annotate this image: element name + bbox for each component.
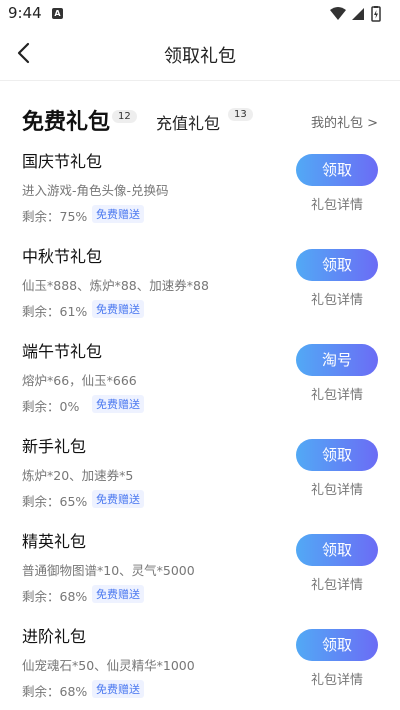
gift-item: 进阶礼包 仙宠魂石*50、仙灵精华*1000 剩余：68% 免费赠送 领取 礼包… — [0, 615, 400, 710]
gift-item: 新手礼包 炼炉*20、加速券*5 剩余：65% 免费赠送 领取 礼包详情 — [0, 425, 400, 520]
tab-recharge-gifts[interactable]: 充值礼包 13 — [156, 108, 253, 134]
gift-detail-link[interactable]: 礼包详情 — [296, 289, 378, 308]
gift-desc: 仙玉*888、炼炉*88、加速券*88 — [22, 278, 209, 293]
status-bar: 9:44 A — [0, 0, 400, 28]
gift-name: 进阶礼包 — [22, 627, 87, 646]
signal-battery-icons — [330, 6, 381, 22]
free-badge: 免费赠送 — [92, 585, 144, 603]
wifi-icon — [330, 7, 346, 20]
gift-name: 国庆节礼包 — [22, 152, 103, 171]
tab-recharge-count: 13 — [228, 108, 253, 121]
gift-name: 新手礼包 — [22, 437, 87, 456]
notification-icon: A — [52, 8, 63, 19]
tab-free-count: 12 — [112, 110, 137, 123]
gift-detail-link[interactable]: 礼包详情 — [296, 384, 378, 403]
cell-signal-icon — [352, 8, 364, 20]
free-badge: 免费赠送 — [92, 205, 144, 223]
status-icons — [328, 6, 388, 22]
gift-desc: 进入游戏-角色头像-兑换码 — [22, 183, 169, 198]
gift-item: 中秋节礼包 仙玉*888、炼炉*88、加速券*88 剩余：61% 免费赠送 领取… — [0, 235, 400, 330]
notification-letter: A — [54, 9, 61, 18]
gift-desc: 普通御物图谱*10、灵气*5000 — [22, 563, 195, 578]
gift-item: 端午节礼包 熔炉*66，仙玉*666 剩余：0% 免费赠送 淘号 礼包详情 — [0, 330, 400, 425]
gift-remaining: 剩余：0% — [22, 399, 80, 414]
gift-remaining: 剩余：61% — [22, 304, 88, 319]
gift-detail-link[interactable]: 礼包详情 — [296, 479, 378, 498]
tab-free-gifts[interactable]: 免费礼包 12 — [22, 104, 137, 136]
gift-item: 国庆节礼包 进入游戏-角色头像-兑换码 剩余：75% 免费赠送 领取 礼包详情 — [0, 140, 400, 235]
nav-bar: 领取礼包 — [0, 28, 400, 81]
tab-free-label: 免费礼包 — [22, 110, 111, 135]
free-badge: 免费赠送 — [92, 300, 144, 318]
claim-button[interactable]: 领取 — [296, 439, 378, 471]
gift-remaining: 剩余：65% — [22, 494, 88, 509]
gift-desc: 熔炉*66，仙玉*666 — [22, 373, 137, 388]
tao-hao-button[interactable]: 淘号 — [296, 344, 378, 376]
gift-name: 精英礼包 — [22, 532, 87, 551]
claim-button[interactable]: 领取 — [296, 629, 378, 661]
claim-button[interactable]: 领取 — [296, 154, 378, 186]
gift-desc: 仙宠魂石*50、仙灵精华*1000 — [22, 658, 195, 673]
gift-name: 端午节礼包 — [22, 342, 103, 361]
gift-detail-link[interactable]: 礼包详情 — [296, 194, 378, 213]
gift-desc: 炼炉*20、加速券*5 — [22, 468, 134, 483]
gift-name: 中秋节礼包 — [22, 247, 103, 266]
claim-button[interactable]: 领取 — [296, 534, 378, 566]
gift-remaining: 剩余：68% — [22, 589, 88, 604]
gift-item: 精英礼包 普通御物图谱*10、灵气*5000 剩余：68% 免费赠送 领取 礼包… — [0, 520, 400, 615]
tab-recharge-label: 充值礼包 — [156, 114, 221, 133]
free-badge: 免费赠送 — [92, 490, 144, 508]
gift-remaining: 剩余：75% — [22, 209, 88, 224]
my-gifts-link[interactable]: 我的礼包 > — [311, 112, 378, 131]
claim-button[interactable]: 领取 — [296, 249, 378, 281]
gift-remaining: 剩余：68% — [22, 684, 88, 699]
gift-list: 国庆节礼包 进入游戏-角色头像-兑换码 剩余：75% 免费赠送 领取 礼包详情 … — [0, 140, 400, 710]
status-time: 9:44 — [8, 4, 42, 22]
gift-detail-link[interactable]: 礼包详情 — [296, 574, 378, 593]
free-badge: 免费赠送 — [92, 395, 144, 413]
page-title: 领取礼包 — [164, 46, 236, 67]
free-badge: 免费赠送 — [92, 680, 144, 698]
gift-detail-link[interactable]: 礼包详情 — [296, 669, 378, 688]
